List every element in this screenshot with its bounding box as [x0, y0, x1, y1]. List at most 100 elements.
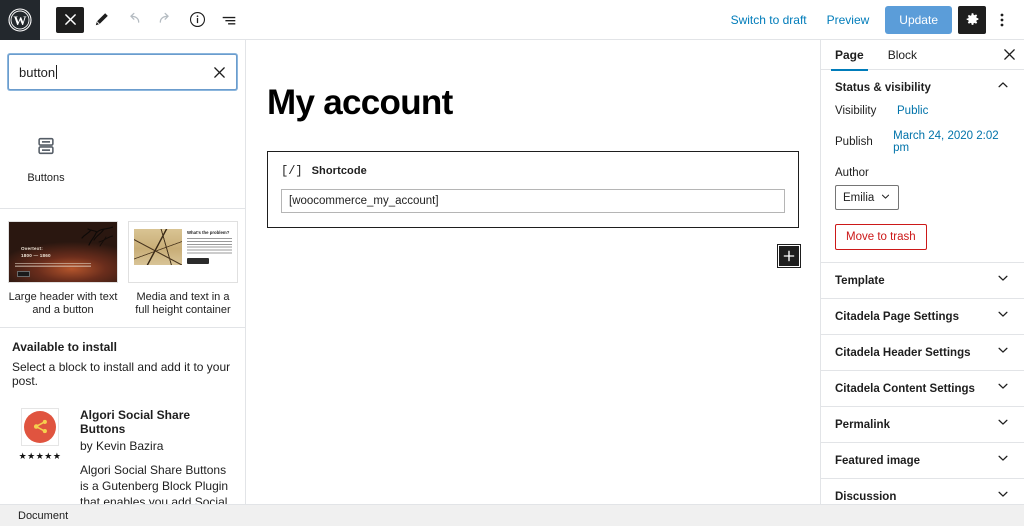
- search-input[interactable]: button: [8, 54, 237, 90]
- install-section-title: Available to install: [12, 339, 117, 354]
- tree-branch-graphic: [81, 226, 113, 247]
- pattern-caption: Media and text in a full height containe…: [135, 291, 231, 316]
- panel-featured-image: Featured image: [821, 443, 1024, 479]
- close-sidebar-button[interactable]: [996, 42, 1022, 68]
- share-nodes-icon: [24, 410, 56, 443]
- panel-discussion-header[interactable]: Discussion: [821, 479, 1024, 504]
- panel-title: Citadela Content Settings: [835, 382, 975, 395]
- list-view-button[interactable]: [214, 5, 244, 35]
- close-editor-button[interactable]: [56, 6, 84, 33]
- author-label: Author: [835, 167, 869, 179]
- inserter-pattern-results: Overtext: 1800 — 1860 Large header with …: [0, 209, 245, 328]
- chevron-down-icon: [996, 487, 1010, 504]
- pattern-text-lines: [187, 238, 232, 255]
- chevron-up-icon: [996, 78, 1010, 97]
- post-content-area[interactable]: My account [/] Shortcode [woocommerce_my…: [246, 40, 820, 504]
- edit-mode-button[interactable]: [86, 5, 116, 35]
- buttons-block-icon: [35, 128, 57, 164]
- panel-citadela-page-settings-header[interactable]: Citadela Page Settings: [821, 299, 1024, 334]
- plugin-details: Algori Social Share Buttons by Kevin Baz…: [80, 408, 233, 504]
- pattern-media-text[interactable]: What's the problem? Media and text in a …: [128, 221, 238, 317]
- panel-title: Citadela Page Settings: [835, 310, 959, 323]
- panel-citadela-header-settings-header[interactable]: Citadela Header Settings: [821, 335, 1024, 370]
- plugin-rating: ★★★★★: [18, 450, 62, 461]
- preview-button[interactable]: Preview: [817, 7, 880, 33]
- cracked-earth-graphic: [134, 229, 182, 265]
- editor-canvas: My account [/] Shortcode [woocommerce_my…: [253, 40, 813, 266]
- publish-date-button[interactable]: March 24, 2020 2:02 pm: [893, 130, 1010, 154]
- panel-title: Featured image: [835, 454, 920, 467]
- available-to-install-section: Available to install Select a block to i…: [0, 328, 245, 394]
- pattern-large-header[interactable]: Overtext: 1800 — 1860 Large header with …: [8, 221, 118, 317]
- pattern-overlay-text: Overtext: 1800 — 1860: [21, 246, 51, 258]
- plugin-name: Algori Social Share Buttons: [80, 407, 191, 436]
- info-circle-icon: [189, 11, 205, 28]
- editor-status-bar: Document: [0, 504, 1024, 526]
- move-to-trash-button[interactable]: Move to trash: [835, 224, 927, 250]
- add-block-row: [267, 245, 799, 266]
- chevron-down-icon: [880, 191, 891, 205]
- panel-template-header[interactable]: Template: [821, 263, 1024, 298]
- plugin-icon-frame: [21, 407, 59, 446]
- inserter-block-label: Buttons: [27, 172, 65, 184]
- shortcode-block-label: Shortcode: [311, 164, 367, 177]
- inserter-search-wrapper: button: [0, 40, 245, 98]
- visibility-label: Visibility: [835, 105, 877, 117]
- panel-permalink-header[interactable]: Permalink: [821, 407, 1024, 442]
- toolbar-left-group: [40, 5, 244, 35]
- page-title[interactable]: My account: [267, 83, 799, 123]
- content-info-button[interactable]: [182, 5, 212, 35]
- pattern-button: [187, 258, 209, 264]
- sidebar-tabs: Page Block: [821, 40, 1024, 71]
- redo-arrow-icon: [159, 12, 169, 23]
- tab-block[interactable]: Block: [876, 40, 929, 70]
- undo-arrow-icon: [129, 12, 139, 23]
- panel-title: Citadela Header Settings: [835, 346, 971, 359]
- panel-citadela-page-settings: Citadela Page Settings: [821, 299, 1024, 335]
- breadcrumb[interactable]: Document: [18, 510, 68, 522]
- pattern-heading: What's the problem?: [187, 230, 230, 235]
- wordpress-logo-icon[interactable]: W: [0, 0, 40, 40]
- panel-discussion: Discussion: [821, 479, 1024, 504]
- panel-title: Status & visibility: [835, 81, 931, 94]
- inserter-block-buttons[interactable]: Buttons: [8, 124, 84, 188]
- author-select-value: Emilia: [843, 191, 875, 204]
- publish-row: Publish March 24, 2020 2:02 pm: [835, 130, 1010, 154]
- panel-citadela-content-settings-header[interactable]: Citadela Content Settings: [821, 371, 1024, 406]
- status-visibility-panel-header[interactable]: Status & visibility: [821, 70, 1024, 105]
- redo-button[interactable]: [150, 5, 180, 35]
- shortcode-block[interactable]: [/] Shortcode [woocommerce_my_account]: [267, 150, 799, 228]
- chevron-down-icon: [996, 343, 1010, 362]
- text-caret: [56, 65, 58, 79]
- chevron-down-icon: [996, 307, 1010, 326]
- toolbar-right-group: Switch to draft Preview Update: [721, 5, 1024, 34]
- settings-toggle-button[interactable]: [958, 5, 986, 34]
- panel-template: Template: [821, 263, 1024, 299]
- panel-title: Template: [835, 274, 885, 287]
- plugin-icon-column: ★★★★★: [12, 407, 68, 504]
- tab-page[interactable]: Page: [823, 40, 876, 71]
- list-item[interactable]: ★★★★★ Algori Social Share Buttons by Kev…: [0, 394, 245, 504]
- status-visibility-panel-body: Visibility Public Publish March 24, 2020…: [821, 105, 1024, 262]
- author-select[interactable]: Emilia: [835, 185, 900, 210]
- settings-sidebar: Page Block Status & visibility Visibilit…: [820, 40, 1024, 504]
- update-button[interactable]: Update: [885, 5, 952, 34]
- switch-to-draft-button[interactable]: Switch to draft: [721, 7, 817, 33]
- plus-icon: [783, 250, 795, 261]
- undo-button[interactable]: [118, 5, 148, 35]
- author-field: Author Emilia: [835, 167, 1010, 210]
- more-options-button[interactable]: [990, 6, 1014, 34]
- shortcode-input[interactable]: [woocommerce_my_account]: [281, 188, 785, 213]
- svg-text:W: W: [14, 13, 27, 28]
- add-block-button[interactable]: [779, 245, 799, 266]
- panel-permalink: Permalink: [821, 407, 1024, 443]
- panel-featured-image-header[interactable]: Featured image: [821, 443, 1024, 478]
- pattern-thumbnail: Overtext: 1800 — 1860: [8, 221, 118, 283]
- visibility-row: Visibility Public: [835, 105, 1010, 117]
- shortcode-icon: [/]: [281, 163, 303, 178]
- shortcode-block-header: [/] Shortcode: [281, 164, 785, 178]
- visibility-value-button[interactable]: Public: [897, 105, 928, 117]
- clear-search-button[interactable]: [211, 64, 228, 81]
- panel-title: Permalink: [835, 418, 890, 431]
- chevron-down-icon: [996, 451, 1010, 470]
